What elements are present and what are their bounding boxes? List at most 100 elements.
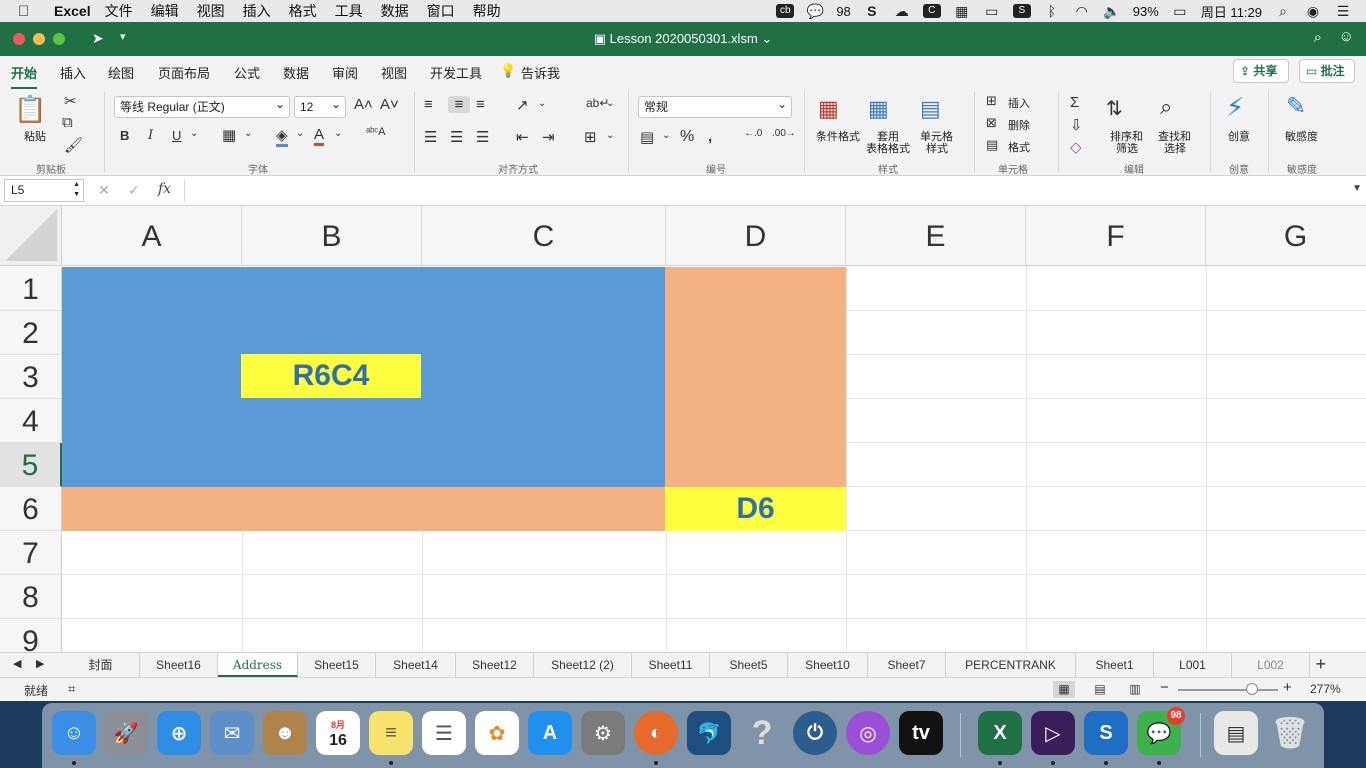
- row-header-9[interactable]: 9: [0, 619, 62, 652]
- sheet-tab-sheet5[interactable]: Sheet5: [710, 653, 788, 677]
- sheet-tab-l002[interactable]: L002: [1232, 653, 1310, 677]
- zoom-in-button[interactable]: +: [1283, 679, 1292, 696]
- macro-record-icon[interactable]: ⌗: [68, 681, 75, 697]
- insert-cells-icon[interactable]: ⊞: [986, 93, 997, 109]
- decrease-font-icon[interactable]: A˅: [380, 96, 399, 113]
- menu-insert[interactable]: 插入: [243, 1, 271, 21]
- menu-tools[interactable]: 工具: [335, 1, 363, 21]
- font-color-dropdown-icon[interactable]: ⌄: [334, 128, 342, 139]
- menu-format[interactable]: 格式: [289, 1, 317, 21]
- normal-view-button[interactable]: ▦: [1053, 681, 1075, 698]
- calendar-icon[interactable]: 8月 16: [316, 711, 360, 755]
- row-header-1[interactable]: 1: [0, 267, 62, 311]
- format-cells-button[interactable]: 格式: [1008, 139, 1030, 155]
- ideas-button[interactable]: 创意: [1228, 128, 1250, 144]
- podcasts-icon[interactable]: ◎: [846, 711, 890, 755]
- tab-data[interactable]: 数据: [283, 63, 309, 82]
- column-header-c[interactable]: C: [422, 206, 666, 266]
- underline-dropdown-icon[interactable]: ⌄: [190, 128, 198, 139]
- merge-center-icon[interactable]: ⊞: [584, 128, 597, 146]
- row-header-7[interactable]: 7: [0, 531, 62, 575]
- insert-cells-button[interactable]: 插入: [1008, 95, 1030, 111]
- s-tray-icon[interactable]: S: [1012, 4, 1031, 18]
- zoom-slider[interactable]: [1178, 689, 1278, 691]
- format-painter-icon[interactable]: 🖌: [64, 136, 83, 154]
- column-header-a[interactable]: A: [62, 206, 242, 266]
- zoom-out-button[interactable]: −: [1160, 679, 1169, 696]
- photos-icon[interactable]: ✿: [475, 711, 519, 755]
- safari-icon[interactable]: ⊕: [157, 711, 201, 755]
- contacts-icon[interactable]: ☻: [263, 711, 307, 755]
- cancel-entry-icon[interactable]: ✕: [98, 182, 110, 199]
- notification-center-icon[interactable]: ☰: [1334, 4, 1352, 18]
- increase-decimal-icon[interactable]: ←.0: [744, 128, 762, 139]
- apple-icon[interactable]: : [18, 3, 44, 20]
- cell-styles-line2[interactable]: 样式: [926, 140, 948, 156]
- ideas-lightning-icon[interactable]: ⚡: [1226, 92, 1244, 123]
- percent-style-icon[interactable]: %: [680, 128, 694, 146]
- cb-app-icon[interactable]: cb: [776, 4, 795, 18]
- app-store-icon[interactable]: A: [528, 711, 572, 755]
- fill-color-dropdown-icon[interactable]: ⌄: [296, 128, 304, 139]
- mysql-workbench-icon[interactable]: 🐬: [687, 711, 731, 755]
- cell-b3[interactable]: R6C4: [241, 354, 421, 398]
- decrease-indent-icon[interactable]: ⇤: [516, 128, 529, 146]
- sheet-tab-cover[interactable]: 封面: [62, 653, 140, 677]
- tab-developer[interactable]: 开发工具: [430, 63, 482, 82]
- paste-button-label[interactable]: 粘贴: [24, 128, 46, 144]
- firefox-icon[interactable]: ◐: [634, 711, 678, 755]
- confirm-entry-icon[interactable]: ✓: [128, 182, 140, 199]
- orange-range-a6-c6[interactable]: [62, 487, 666, 531]
- comments-button[interactable]: ▭ 批注: [1299, 59, 1355, 83]
- sensitivity-button[interactable]: 敏感度: [1285, 128, 1318, 144]
- tab-home[interactable]: 开始: [11, 63, 38, 89]
- tab-draw[interactable]: 绘图: [108, 63, 134, 82]
- column-header-g[interactable]: G: [1206, 206, 1366, 266]
- siri-icon[interactable]: ◉: [1304, 4, 1322, 18]
- conditional-format-icon[interactable]: ▦: [818, 96, 839, 122]
- copy-icon[interactable]: ⧉: [62, 114, 73, 131]
- row-header-6[interactable]: 6: [0, 487, 62, 531]
- menu-help[interactable]: 帮助: [473, 1, 501, 21]
- menu-window[interactable]: 窗口: [427, 1, 455, 21]
- power-icon[interactable]: ⏻: [793, 711, 837, 755]
- number-format-select[interactable]: 常规: [638, 94, 792, 118]
- underline-button[interactable]: U: [172, 128, 181, 143]
- tab-view[interactable]: 视图: [381, 63, 407, 82]
- format-cells-icon[interactable]: ▤: [986, 137, 998, 153]
- search-icon[interactable]: ⌕: [1314, 29, 1322, 46]
- menu-edit[interactable]: 编辑: [151, 1, 179, 21]
- spreadsheet-grid[interactable]: A B C D E F G 1 2 3 4 5 6 7 8 9 D6 R6C4: [0, 206, 1366, 652]
- orange-range-d1-d5[interactable]: [665, 267, 846, 487]
- row-header-3[interactable]: 3: [0, 355, 62, 399]
- borders-dropdown-icon[interactable]: ⌄: [244, 128, 252, 139]
- snagit-icon[interactable]: S: [1084, 711, 1128, 755]
- orientation-icon[interactable]: ↗: [516, 96, 529, 114]
- prev-sheet-icon[interactable]: ◀: [13, 657, 21, 670]
- row-header-8[interactable]: 8: [0, 575, 62, 619]
- next-sheet-icon[interactable]: ▶: [36, 657, 44, 670]
- airplay-icon[interactable]: ▭: [983, 4, 1001, 18]
- font-name-select[interactable]: 等线 Regular (正文): [114, 94, 290, 118]
- tell-me-bulb-icon[interactable]: 💡: [500, 63, 516, 79]
- grid-tray-icon[interactable]: ▦: [953, 4, 971, 18]
- wrap-text-dropdown-icon[interactable]: ⌄: [606, 98, 614, 109]
- tab-page-layout[interactable]: 页面布局: [158, 63, 210, 82]
- page-break-view-button[interactable]: ▥: [1124, 681, 1146, 698]
- expand-formula-icon[interactable]: ▼: [1352, 183, 1362, 194]
- bluetooth-icon[interactable]: ᛒ: [1043, 4, 1061, 18]
- spotlight-search-icon[interactable]: ⌕: [1274, 4, 1292, 18]
- menu-file[interactable]: 文件: [105, 1, 133, 21]
- sheet-tab-sheet12-2[interactable]: Sheet12 (2): [534, 653, 632, 677]
- orientation-dropdown-icon[interactable]: ⌄: [538, 98, 546, 109]
- sheet-tab-address[interactable]: Address: [218, 653, 298, 677]
- row-header-5[interactable]: 5: [0, 443, 62, 487]
- clear-icon[interactable]: ◇: [1070, 138, 1082, 156]
- clock[interactable]: 周日 11:29: [1201, 2, 1262, 21]
- share-button[interactable]: ⇪ 共享: [1233, 59, 1289, 83]
- cloud-icon[interactable]: ☁: [893, 4, 911, 18]
- notes-icon[interactable]: ≡: [369, 711, 413, 755]
- downloads-stack-icon[interactable]: ▤: [1214, 711, 1258, 755]
- sheet-tab-sheet7[interactable]: Sheet7: [868, 653, 946, 677]
- menu-view[interactable]: 视图: [197, 1, 225, 21]
